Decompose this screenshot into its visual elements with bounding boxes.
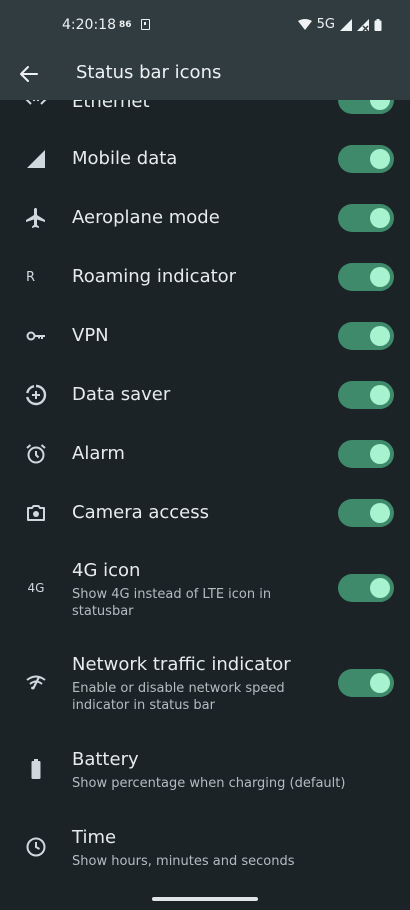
setting-row-roaming-indicator[interactable]: R Roaming indicator — [0, 258, 410, 298]
signal-icon — [22, 145, 50, 173]
setting-label: Battery — [72, 749, 139, 770]
setting-label: Data saver — [72, 384, 171, 405]
aeroplane-mode-toggle[interactable] — [338, 204, 394, 232]
setting-label: Aeroplane mode — [72, 207, 220, 228]
sim-card-icon — [141, 19, 150, 30]
setting-label: Network traffic indicator — [72, 654, 291, 675]
toggle-knob — [370, 385, 390, 405]
vpn-key-icon — [22, 322, 50, 350]
setting-row-battery[interactable]: Battery Show percentage when charging (d… — [0, 747, 410, 797]
roaming-icon: R — [26, 269, 36, 285]
mobile-data-toggle[interactable] — [338, 145, 394, 173]
setting-label: Alarm — [72, 443, 125, 464]
cell-signal-icon — [340, 18, 352, 31]
toggle-knob — [370, 444, 390, 464]
notification-badge: 86 — [119, 20, 132, 30]
system-status-bar: 4:20:18 86 5G — [0, 0, 410, 50]
cell-signal-no-data-icon — [357, 18, 369, 31]
data-saver-toggle[interactable] — [338, 381, 394, 409]
setting-label: Roaming indicator — [72, 266, 237, 287]
setting-row-alarm[interactable]: Alarm — [0, 435, 410, 475]
camera-access-toggle[interactable] — [338, 499, 394, 527]
toggle-knob — [370, 208, 390, 228]
setting-row-vpn[interactable]: VPN — [0, 317, 410, 357]
roaming-indicator-toggle[interactable] — [338, 263, 394, 291]
data-saver-icon — [22, 381, 50, 409]
network-traffic-icon — [22, 668, 50, 696]
status-icons: 5G — [297, 17, 382, 32]
clock-text: 4:20:18 — [62, 17, 116, 33]
camera-icon — [22, 499, 50, 527]
network-traffic-toggle[interactable] — [338, 669, 394, 697]
network-type-text: 5G — [316, 17, 335, 32]
clock-icon — [22, 833, 50, 861]
setting-description: Show 4G instead of LTE icon in statusbar — [72, 587, 272, 619]
vpn-toggle[interactable] — [338, 322, 394, 350]
setting-row-time[interactable]: Time Show hours, minutes and seconds — [0, 825, 410, 875]
setting-row-data-saver[interactable]: Data saver — [0, 376, 410, 416]
toggle-knob — [370, 673, 390, 693]
app-bar: Status bar icons — [0, 50, 410, 100]
setting-label: Time — [72, 827, 117, 848]
back-arrow-icon[interactable] — [17, 62, 41, 86]
4g-icon: 4G — [27, 581, 45, 595]
gesture-nav-handle[interactable] — [152, 897, 258, 901]
wifi-icon — [297, 19, 312, 30]
setting-description: Enable or disable network speed indicato… — [72, 681, 285, 713]
setting-row-4g-icon[interactable]: 4G 4G icon Show 4G instead of LTE icon i… — [0, 558, 410, 626]
setting-description: Show hours, minutes and seconds — [72, 854, 295, 869]
toggle-knob — [370, 578, 390, 598]
setting-row-aeroplane-mode[interactable]: Aeroplane mode — [0, 199, 410, 239]
setting-label: 4G icon — [72, 560, 141, 581]
page-title: Status bar icons — [76, 62, 222, 83]
setting-label: Mobile data — [72, 148, 178, 169]
battery-status-icon — [374, 18, 382, 31]
4g-icon-toggle[interactable] — [338, 574, 394, 602]
toggle-knob — [370, 149, 390, 169]
toggle-knob — [370, 326, 390, 346]
alarm-icon — [22, 440, 50, 468]
setting-label: Camera access — [72, 502, 210, 523]
setting-row-mobile-data[interactable]: Mobile data — [0, 140, 410, 180]
setting-description: Show percentage when charging (default) — [72, 776, 346, 791]
setting-row-network-traffic[interactable]: Network traffic indicator Enable or disa… — [0, 652, 410, 720]
setting-row-camera-access[interactable]: Camera access — [0, 494, 410, 534]
alarm-toggle[interactable] — [338, 440, 394, 468]
toggle-knob — [370, 267, 390, 287]
airplane-icon — [22, 204, 50, 232]
setting-label: VPN — [72, 325, 109, 346]
toggle-knob — [370, 503, 390, 523]
battery-icon — [22, 755, 50, 783]
